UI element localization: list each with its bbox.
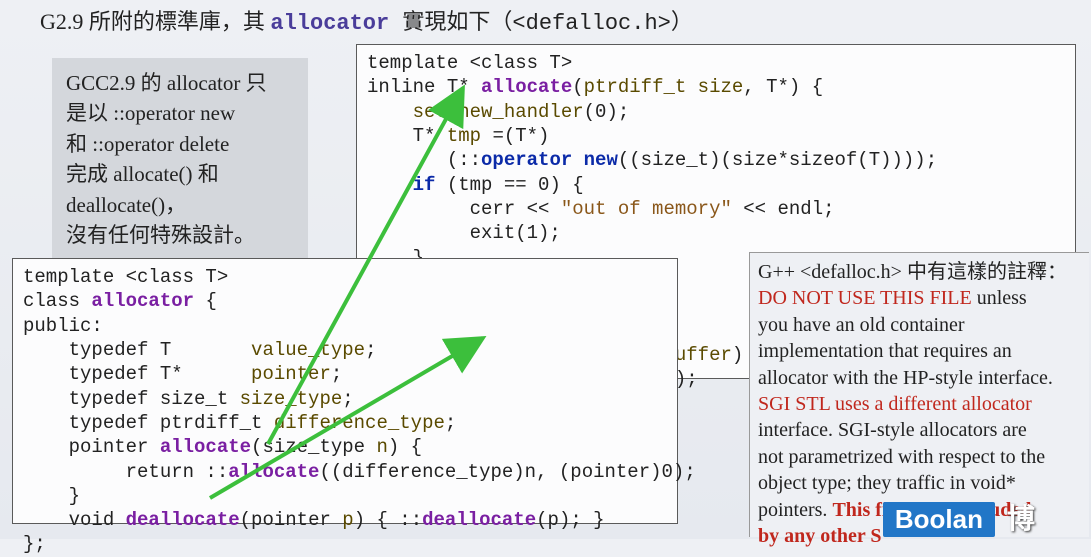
rn-line: not parametrized with respect to the bbox=[758, 446, 1045, 468]
title-keyword: allocator bbox=[270, 11, 389, 36]
rn-line: G++ <defalloc.h> 中有這樣的註釋： bbox=[758, 261, 1067, 283]
rn-line: implementation that requires an bbox=[758, 340, 1012, 362]
right-quote-box: G++ <defalloc.h> 中有這樣的註釋： DO NOT USE THI… bbox=[749, 252, 1089, 537]
rn-line: object type; they traffic in void* bbox=[758, 472, 1016, 494]
rn-warning: DO NOT USE THIS FILE bbox=[758, 287, 972, 309]
rn-warning: SGI STL uses a different allocator bbox=[758, 393, 1032, 415]
note-line: deallocate()， bbox=[66, 190, 294, 220]
title-post: 實現如下（<defalloc.h>） bbox=[389, 11, 693, 36]
rn-line: you have an old container bbox=[758, 314, 965, 336]
note-line: GCC2.9 的 allocator 只 bbox=[66, 68, 294, 98]
rn-line: unless bbox=[972, 287, 1027, 309]
note-line: 和 ::operator delete bbox=[66, 129, 294, 159]
title-pre: G2.9 所附的標準庫，其 bbox=[40, 9, 270, 34]
rn-line: pointers. bbox=[758, 499, 832, 521]
boolan-logo-cn: 博 bbox=[1007, 497, 1035, 537]
note-line: 是以 ::operator new bbox=[66, 98, 294, 128]
summary-note-box: GCC2.9 的 allocator 只 是以 ::operator new 和… bbox=[52, 58, 308, 261]
rn-line: allocator with the HP-style interface. bbox=[758, 367, 1053, 389]
note-line: 完成 allocate() 和 bbox=[66, 159, 294, 189]
code-box-allocator-class: template <class T> class allocator { pub… bbox=[12, 258, 678, 524]
page-title: G2.9 所附的標準庫，其 allocator 實現如下（<defalloc.h… bbox=[40, 4, 693, 36]
rn-warning: by any other S bbox=[758, 525, 882, 547]
boolan-logo: Boolan bbox=[883, 502, 995, 537]
rn-line: interface. SGI-style allocators are bbox=[758, 419, 1027, 441]
note-line: 沒有任何特殊設計。 bbox=[66, 220, 294, 250]
